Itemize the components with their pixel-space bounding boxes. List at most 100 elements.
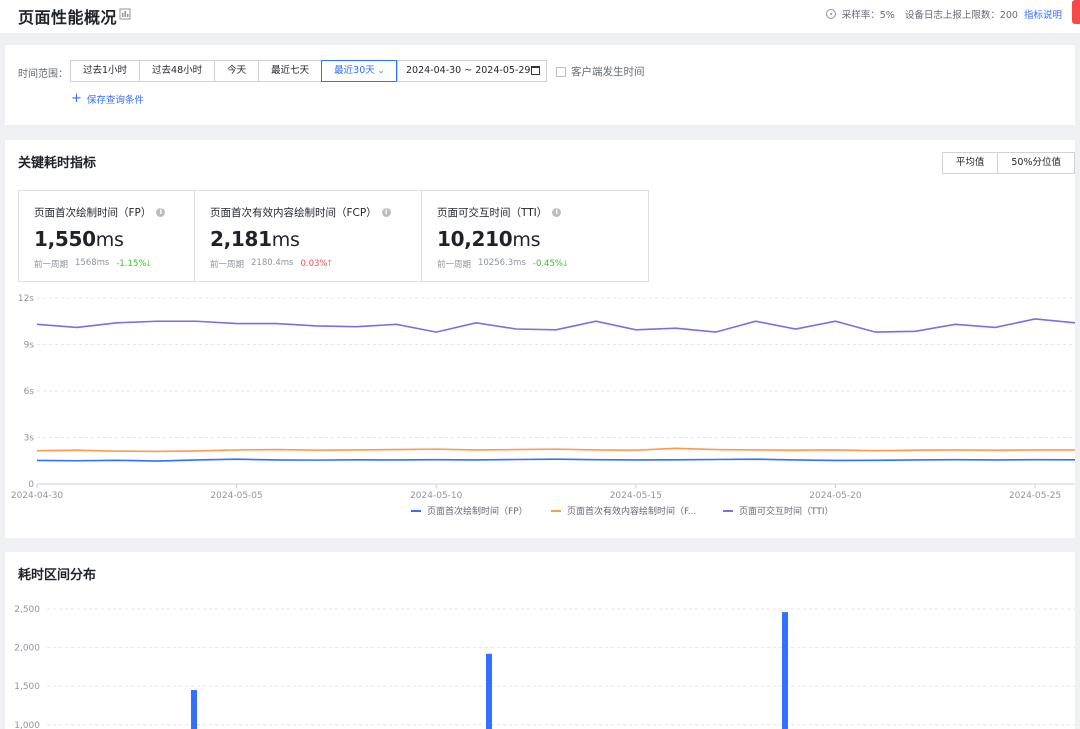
- checkbox-box[interactable]: [556, 66, 566, 77]
- metric-card-fcp[interactable]: 页面首次有效内容绘制时间（FCP） i 2,181ms 前一周期 2180.4m…: [194, 191, 421, 281]
- range-button-30d-label: 最近30天: [334, 65, 375, 76]
- metric-value-number: 2,181: [210, 227, 272, 251]
- metric-title-text: 页面首次有效内容绘制时间（FCP）: [210, 207, 377, 219]
- arrow-up-icon: 🡑: [327, 259, 332, 269]
- y-tick-label: 2,500: [14, 605, 40, 615]
- metric-previous: 前一周期 2180.4ms 0.03%🡑: [210, 258, 421, 272]
- x-tick-label: 2024-05-25: [1009, 491, 1061, 501]
- metric-card-tti[interactable]: 页面可交互时间（TTI） i 10,210ms 前一周期 10256.3ms -…: [421, 191, 648, 281]
- distribution-bar-chart[interactable]: 1,000 1,500 2,000 2,500: [5, 552, 1075, 729]
- client-time-label: 客户端发生时间: [571, 66, 645, 78]
- distribution-panel: 耗时区间分布 1,000 1,500 2,000 2,500: [5, 552, 1075, 729]
- metric-value: 2,181ms: [210, 227, 421, 251]
- chevron-down-icon: ⌄: [377, 66, 385, 75]
- report-icon[interactable]: [119, 8, 131, 20]
- stat-toggle: 平均值 50%分位值: [941, 152, 1075, 174]
- metric-value-unit: ms: [95, 229, 124, 251]
- date-range-value: 2024-04-30 ~ 2024-05-29: [406, 65, 531, 76]
- arrow-down-icon: 🡓: [146, 259, 151, 269]
- prev-value: 2180.4ms: [251, 258, 294, 268]
- prev-value: 1568ms: [75, 258, 110, 268]
- sampling-icon: [825, 9, 836, 19]
- range-button-48h[interactable]: 过去48小时: [139, 60, 216, 82]
- save-query-label: 保存查询条件: [86, 95, 144, 106]
- y-tick-label: 2,000: [14, 644, 40, 654]
- series-line-fcp: [36, 447, 1075, 453]
- y-tick-label: 9s: [24, 341, 35, 351]
- y-tick-label: 6s: [24, 387, 35, 397]
- change-badge: -0.45%🡓: [533, 258, 568, 272]
- x-tick-label: 2024-05-15: [610, 491, 662, 501]
- metric-value-number: 1,550: [34, 227, 96, 251]
- range-button-1h[interactable]: 过去1小时: [70, 60, 141, 82]
- page-title: 页面性能概况: [18, 8, 118, 27]
- change-value: -1.15%: [116, 259, 147, 269]
- x-tick-label: 2024-04-30: [11, 491, 64, 501]
- prev-label: 前一周期: [210, 260, 245, 270]
- device-log-limit: 设备日志上报上限数：200: [904, 10, 1018, 21]
- arrow-down-icon: 🡓: [562, 259, 568, 269]
- metric-value-unit: ms: [512, 229, 541, 251]
- key-metrics-title: 关键耗时指标: [18, 156, 97, 171]
- change-value: -0.45%: [532, 259, 563, 269]
- metric-card-title: 页面可交互时间（TTI） i: [437, 205, 648, 220]
- prev-label: 前一周期: [437, 260, 472, 270]
- y-tick-label: 3s: [24, 434, 35, 444]
- prev-label: 前一周期: [34, 260, 69, 270]
- stat-average-button[interactable]: 平均值: [941, 152, 999, 174]
- sampling-rate: 采样率：5%: [841, 10, 895, 21]
- x-tick-label: 2024-05-05: [210, 491, 262, 501]
- change-value: 0.03%: [300, 259, 328, 269]
- metric-value: 1,550ms: [34, 227, 194, 251]
- time-range-buttons: 过去1小时 过去48小时 今天 最近七天 最近30天 ⌄: [70, 60, 398, 82]
- feedback-tab[interactable]: [1072, 0, 1080, 24]
- save-query-button[interactable]: + 保存查询条件: [71, 92, 144, 106]
- metric-card-title: 页面首次绘制时间（FP） i: [34, 205, 194, 220]
- calendar-icon: [531, 66, 540, 75]
- metric-value: 10,210ms: [437, 227, 648, 251]
- x-tick-label: 2024-05-10: [410, 491, 463, 501]
- filter-panel: 时间范围： 过去1小时 过去48小时 今天 最近七天 最近30天 ⌄ 2024-0…: [5, 45, 1075, 125]
- metric-title-text: 页面可交互时间（TTI）: [437, 207, 548, 219]
- info-icon[interactable]: i: [552, 208, 562, 217]
- metric-cards: 页面首次绘制时间（FP） i 1,550ms 前一周期 1568ms -1.15…: [18, 190, 649, 282]
- y-tick-label: 1,500: [14, 682, 40, 692]
- metric-previous: 前一周期 10256.3ms -0.45%🡓: [437, 258, 648, 272]
- prev-value: 10256.3ms: [478, 258, 526, 268]
- range-button-today[interactable]: 今天: [214, 60, 260, 82]
- metric-title-text: 页面首次绘制时间（FP）: [34, 207, 152, 219]
- metric-previous: 前一周期 1568ms -1.15%🡓: [34, 258, 194, 272]
- y-tick-label: 0: [28, 480, 34, 490]
- metrics-help-link[interactable]: 指标说明: [1024, 7, 1062, 21]
- client-time-checkbox[interactable]: 客户端发生时间: [556, 64, 645, 79]
- range-button-7d[interactable]: 最近七天: [258, 60, 323, 82]
- series-line-tti: [36, 318, 1075, 333]
- x-tick-label: 2024-05-20: [809, 491, 862, 501]
- stat-median-button[interactable]: 50%分位值: [997, 152, 1075, 174]
- range-button-30d[interactable]: 最近30天 ⌄: [321, 60, 398, 82]
- distribution-bar: [191, 690, 197, 729]
- time-range-label: 时间范围：: [18, 69, 68, 80]
- metric-value-number: 10,210: [437, 227, 513, 251]
- metric-card-fp[interactable]: 页面首次绘制时间（FP） i 1,550ms 前一周期 1568ms -1.15…: [19, 191, 194, 281]
- legend-label-fcp: 页面首次有效内容绘制时间（F...: [567, 505, 696, 517]
- header-info: 采样率：5% 设备日志上报上限数：200 指标说明: [825, 7, 1062, 21]
- change-badge: -1.15%🡓: [116, 258, 151, 272]
- y-tick-label: 12s: [18, 294, 34, 304]
- info-icon[interactable]: i: [381, 208, 391, 217]
- date-range-picker[interactable]: 2024-04-30 ~ 2024-05-29: [397, 60, 547, 82]
- metric-value-unit: ms: [271, 229, 300, 251]
- timing-line-chart[interactable]: 0 3s 6s 9s 12s 2024-04-30 2024-05-05 2024-05-10…: [5, 292, 1075, 522]
- metric-card-title: 页面首次有效内容绘制时间（FCP） i: [210, 205, 421, 220]
- info-icon[interactable]: i: [156, 208, 166, 217]
- distribution-bar: [782, 612, 788, 729]
- legend-label-tti: 页面可交互时间（TTI）: [739, 505, 834, 517]
- legend-label-fp: 页面首次绘制时间（FP）: [427, 505, 528, 517]
- top-header: 页面性能概况 采样率：5% 设备日志上报上限数：200 指标说明: [0, 0, 1080, 33]
- distribution-bar: [486, 653, 492, 729]
- y-tick-label: 1,000: [14, 721, 40, 729]
- series-line-fp: [36, 458, 1075, 462]
- key-metrics-panel: 关键耗时指标 平均值 50%分位值 页面首次绘制时间（FP） i 1,550ms…: [5, 140, 1075, 538]
- plus-icon: +: [71, 91, 82, 106]
- change-badge: 0.03%🡑: [300, 258, 331, 272]
